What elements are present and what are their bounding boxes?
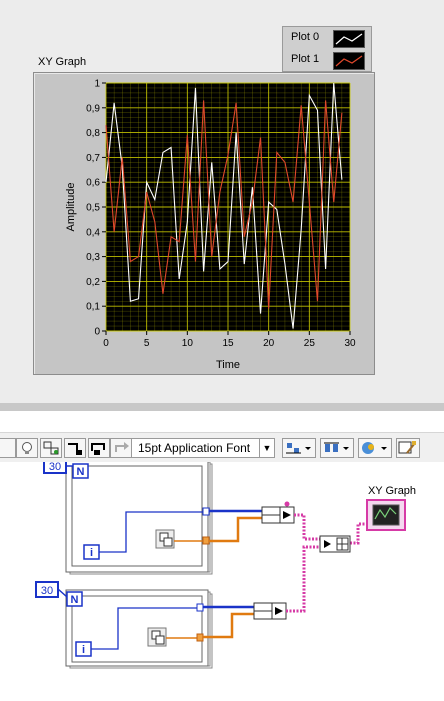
step-over-icon xyxy=(91,443,105,455)
loop-2-i-label: i xyxy=(82,644,85,656)
loop-2-count-value: 30 xyxy=(41,585,53,597)
front-panel: Plot 0 Plot 1 XY Graph 0 0,1 0,2 0,3 0,4 0,5 0… xyxy=(0,0,444,403)
xy-graph-terminal[interactable] xyxy=(366,499,406,531)
x-tick-label: 0 xyxy=(103,338,109,349)
plot-0-line-swatch-icon xyxy=(333,30,365,48)
reorder-button[interactable] xyxy=(358,438,392,458)
bundle-node-2[interactable] xyxy=(253,602,287,620)
pane-splitter[interactable] xyxy=(0,403,444,411)
block-diagram-toolbar: 15pt Application Font ▼ xyxy=(0,432,444,464)
y-tick-label: 0,3 xyxy=(86,252,100,263)
xy-graph[interactable]: 0 0,1 0,2 0,3 0,4 0,5 0,6 0,7 0,8 0,9 1 0 5 10 15 20 25… xyxy=(33,72,375,375)
x-tick-label: 30 xyxy=(344,338,356,349)
y-tick-label: 0,7 xyxy=(86,153,100,164)
loop-1-iteration-terminal[interactable]: i xyxy=(83,544,100,560)
step-out-icon xyxy=(115,442,129,452)
bundle-node-1[interactable] xyxy=(261,506,295,524)
clean-up-icon xyxy=(398,441,416,454)
y-tick-label: 0,9 xyxy=(86,103,100,114)
y-axis: 0 0,1 0,2 0,3 0,4 0,5 0,6 0,7 0,8 0,9 1 xyxy=(86,79,106,338)
lightbulb-icon xyxy=(22,442,32,454)
y-tick-label: 0,6 xyxy=(86,178,100,189)
retain-wire-values-button[interactable] xyxy=(40,438,62,458)
build-array-node[interactable] xyxy=(319,535,351,553)
run-button[interactable] xyxy=(0,438,16,458)
text-settings-dropdown[interactable]: 15pt Application Font ▼ xyxy=(131,438,275,458)
loop-1-count-terminal[interactable]: N xyxy=(72,463,89,479)
graph-terminal-label: XY Graph xyxy=(368,485,416,497)
graph-label: XY Graph xyxy=(38,56,87,68)
probe-icon xyxy=(43,441,59,455)
step-out-button[interactable] xyxy=(110,438,132,458)
x-axis: 0 5 10 15 20 25 30 xyxy=(103,331,356,349)
loop-1-tunnel-orange[interactable] xyxy=(202,536,210,545)
step-into-button[interactable] xyxy=(64,438,86,458)
legend-item-plot-1[interactable]: Plot 1 xyxy=(283,49,371,71)
loop-1-count-constant[interactable]: 30 xyxy=(43,462,67,474)
x-tick-label: 10 xyxy=(182,338,194,349)
random-number-node-2[interactable] xyxy=(147,627,167,647)
plot-1-line-swatch-icon xyxy=(333,52,365,70)
cluster-wires[interactable] xyxy=(286,513,368,613)
highlight-execution-button[interactable] xyxy=(16,438,38,458)
legend-label: Plot 1 xyxy=(291,53,320,65)
reorder-icon xyxy=(362,442,387,454)
block-diagram: 30 N i 30 N i XY Graph xyxy=(0,462,444,701)
loop-2-count-terminal[interactable]: N xyxy=(66,591,83,607)
loop-2-tunnel-orange[interactable] xyxy=(196,633,204,642)
step-into-icon xyxy=(68,443,82,455)
distribute-objects-button[interactable] xyxy=(320,438,354,458)
y-tick-label: 0,8 xyxy=(86,128,100,139)
distribute-icon xyxy=(324,442,349,452)
y-tick-label: 1 xyxy=(94,79,100,90)
random-number-node-1[interactable] xyxy=(155,529,175,549)
loop-2-tunnel-blue[interactable] xyxy=(196,603,204,612)
loop-1-n-label: N xyxy=(77,466,85,478)
legend-label: Plot 0 xyxy=(291,31,320,43)
y-axis-title: Amplitude xyxy=(65,183,77,232)
x-tick-label: 15 xyxy=(222,338,234,349)
loop-1-tunnel-blue[interactable] xyxy=(202,507,210,516)
clean-up-diagram-button[interactable] xyxy=(396,438,420,458)
y-tick-label: 0,5 xyxy=(86,203,100,214)
align-objects-button[interactable] xyxy=(282,438,316,458)
chevron-down-icon: ▼ xyxy=(259,439,274,457)
loop-2-iteration-terminal[interactable]: i xyxy=(75,641,92,657)
y-tick-label: 0,4 xyxy=(86,227,100,238)
step-over-button[interactable] xyxy=(88,438,110,458)
align-icon xyxy=(286,443,311,454)
x-axis-title: Time xyxy=(216,359,240,371)
plot-legend[interactable]: Plot 0 Plot 1 xyxy=(282,26,372,72)
loop-1-i-label: i xyxy=(90,547,93,559)
legend-item-plot-0[interactable]: Plot 0 xyxy=(283,27,371,49)
loop-2-n-label: N xyxy=(71,594,79,606)
x-tick-label: 20 xyxy=(263,338,275,349)
x-tick-label: 25 xyxy=(304,338,316,349)
y-tick-label: 0,2 xyxy=(86,277,100,288)
y-tick-label: 0,1 xyxy=(86,302,100,313)
chart-canvas[interactable]: 0 0,1 0,2 0,3 0,4 0,5 0,6 0,7 0,8 0,9 1 0 5 10 15 20 25… xyxy=(34,73,374,374)
loop-2-count-constant[interactable]: 30 xyxy=(35,581,59,598)
x-tick-label: 5 xyxy=(144,338,150,349)
loop-1-count-value: 30 xyxy=(49,462,61,473)
y-tick-label: 0 xyxy=(94,327,100,338)
font-select-value: 15pt Application Font xyxy=(138,441,251,455)
